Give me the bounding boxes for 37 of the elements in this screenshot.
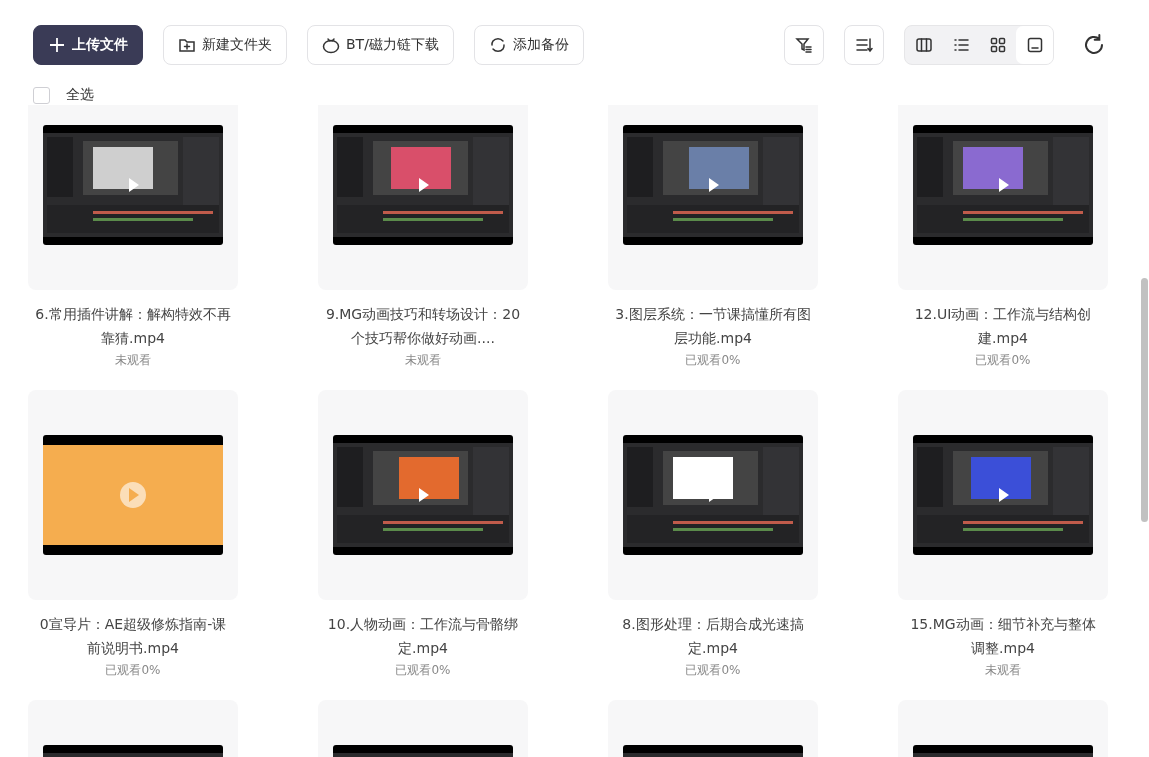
file-name[interactable]: 10.人物动画：工作流与骨骼绑定.mp4 — [324, 612, 522, 660]
sort-button[interactable] — [844, 25, 884, 65]
select-all-label: 全选 — [66, 86, 94, 104]
sort-icon — [855, 36, 873, 54]
grid-icon — [988, 36, 1007, 54]
refresh-icon — [1082, 33, 1106, 57]
watch-status: 已观看0% — [685, 662, 741, 679]
filter-button[interactable] — [784, 25, 824, 65]
list-icon — [951, 36, 970, 54]
file-name[interactable]: 0宣导片：AE超级修炼指南-课前说明书.mp4 — [34, 612, 232, 660]
watch-status: 未观看 — [115, 352, 151, 369]
file-name[interactable]: 15.MG动画：细节补充与整体调整.mp4 — [904, 612, 1102, 660]
watch-status: 已观看0% — [105, 662, 161, 679]
watch-status: 已观看0% — [395, 662, 451, 679]
action-button[interactable]: BT/磁力链下载 — [307, 25, 454, 65]
watch-status: 未观看 — [405, 352, 441, 369]
scrollbar-thumb[interactable] — [1141, 278, 1148, 522]
filter-icon — [795, 36, 813, 54]
watch-status: 已观看0% — [975, 352, 1031, 369]
preview-view-button[interactable] — [1016, 26, 1053, 64]
action-button[interactable]: 新建文件夹 — [163, 25, 287, 65]
refresh-button[interactable] — [1082, 33, 1106, 57]
watch-status: 未观看 — [985, 662, 1021, 679]
watch-status: 已观看0% — [685, 352, 741, 369]
file-name[interactable]: 9.MG动画技巧和转场设计：20个技巧帮你做好动画.... — [324, 302, 522, 350]
file-name[interactable]: 6.常用插件讲解：解构特效不再靠猜.mp4 — [34, 302, 232, 350]
select-all-checkbox[interactable] — [33, 86, 50, 104]
preview-icon — [1025, 36, 1044, 54]
folder-plus-icon — [178, 36, 196, 54]
sync-icon — [488, 36, 507, 54]
plus-icon — [48, 36, 66, 54]
columns-icon — [914, 36, 933, 54]
file-name[interactable]: 12.UI动画：工作流与结构创建.mp4 — [904, 302, 1102, 350]
file-name[interactable]: 3.图层系统：一节课搞懂所有图层功能.mp4 — [614, 302, 812, 350]
file-name[interactable]: 8.图形处理：后期合成光速搞定.mp4 — [614, 612, 812, 660]
action-button[interactable]: 上传文件 — [33, 25, 143, 65]
action-button[interactable]: 添加备份 — [473, 25, 584, 65]
